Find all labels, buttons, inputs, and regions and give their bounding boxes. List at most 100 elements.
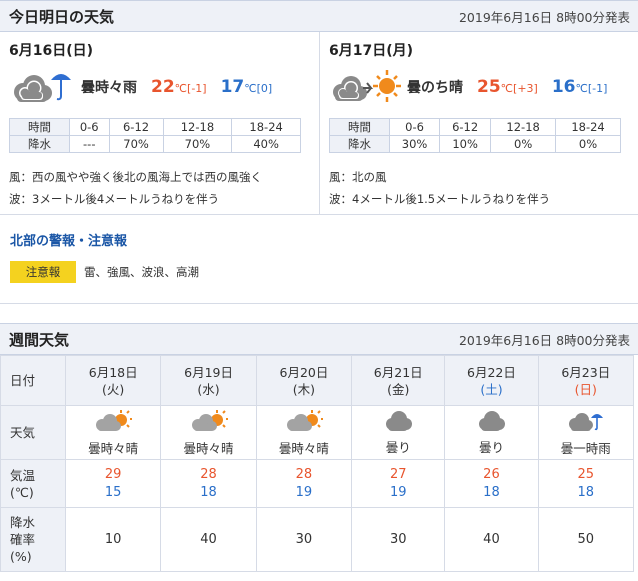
low-temp-diff: ℃[-1] (575, 82, 608, 95)
today-title: 今日明日の天気 (9, 7, 115, 26)
row-label-rain-line: 確率 (10, 532, 36, 547)
weekly-dow: (日) (574, 381, 597, 397)
advisory-text: 雷、強風、波浪、高潮 (84, 265, 199, 279)
high-temp-value: 25 (477, 77, 501, 97)
cloud-icon (352, 410, 444, 435)
weekly-low: 18 (577, 484, 595, 500)
weekly-rain-cell: 10 (64, 507, 162, 572)
cloud-icon (445, 410, 537, 435)
advisory-badge: 注意報 (10, 261, 76, 283)
rain-table: 時間 0-6 6-12 12-18 18-24 降水 --- 70% 70% 4… (9, 118, 301, 153)
rain-header-cell: 時間 (329, 118, 390, 136)
rain-header-row: 時間 0-6 6-12 12-18 18-24 (9, 118, 301, 136)
weekly-rain-cell: 50 (537, 507, 635, 572)
weekly-dow: (水) (197, 381, 220, 397)
day-date: 6月16日(日) (9, 43, 94, 59)
cloud-sun-icon (66, 409, 160, 436)
weekly-weather: 曇時々晴 (183, 440, 234, 456)
today-tomorrow-section: 今日明日の天気 2019年6月16日 8時00分発表 6月16日(日) 曇時々雨… (0, 0, 638, 215)
weekly-table: 日付 6月18日 (火) 6月19日 (水) 6月20日 (木) 6月21日 (金) 6月22日… (0, 355, 635, 572)
weekly-high: 27 (389, 466, 407, 482)
weekly-weather-row: 天気 曇時々晴 曇時々晴 曇時々晴 曇り 曇り 曇一時雨 (0, 405, 635, 460)
weekly-issued: 2019年6月16日 8時00分発表 (458, 332, 630, 348)
warnings-title-link[interactable]: 北部の警報・注意報 (10, 230, 628, 249)
weekly-weather-cell: 曇時々晴 (255, 405, 353, 460)
rain-value-cell: 70% (162, 135, 233, 153)
low-temp-diff: ℃[0] (244, 82, 273, 95)
weekly-high: 28 (200, 466, 217, 482)
day-date: 6月17日(月) (329, 43, 414, 59)
rain-value-cell: 降水 (9, 135, 70, 153)
weekly-dow: (金) (387, 381, 410, 397)
weekly-temp-cell: 29 15 (64, 459, 162, 508)
low-temp: 17℃[0] (221, 77, 273, 97)
rain-value-cell: 30% (388, 135, 441, 153)
row-label-temp-line: 気温 (10, 467, 36, 483)
weekly-high: 29 (104, 466, 122, 482)
weekly-dow: (木) (292, 381, 316, 397)
day-forecast: 曇のち晴 25℃[+3] 16℃[-1] (329, 62, 629, 112)
weekly-temp-cell: 28 18 (160, 459, 257, 508)
weekly-rain-row: 降水 確率 (%) 10 40 30 30 40 50 (0, 507, 635, 572)
low-temp-value: 16 (551, 77, 576, 97)
warnings-section: 北部の警報・注意報 注意報 雷、強風、波浪、高潮 (0, 216, 638, 304)
days-row: 6月16日(日) 曇時々雨 22℃[-1] 17℃[0] 時間 0-6 6-12… (0, 32, 638, 215)
weekly-weather-cell: 曇り (351, 405, 446, 460)
weekly-temp-cell: 25 18 (537, 459, 635, 508)
high-temp-value: 22 (151, 77, 175, 97)
weekly-date: 6月19日 (184, 364, 233, 380)
today-issued: 2019年6月16日 8時00分発表 (458, 9, 630, 25)
rain-header-cell: 6-12 (108, 118, 164, 136)
weekly-date-cell: 6月21日 (金) (351, 355, 446, 406)
weekly-weather-cell: 曇時々晴 (160, 405, 257, 460)
rain-header-cell: 18-24 (555, 118, 621, 136)
weekly-low: 19 (295, 484, 313, 500)
today-header: 今日明日の天気 2019年6月16日 8時00分発表 (0, 0, 638, 32)
wind-text: 風：北の風 (329, 170, 387, 184)
rain-header-cell: 18-24 (231, 118, 301, 136)
weekly-rain-cell: 40 (160, 507, 257, 572)
weekly-high: 26 (483, 466, 500, 482)
row-label-rain-unit: (%) (10, 549, 32, 564)
weekly-date-row: 日付 6月18日 (火) 6月19日 (水) 6月20日 (木) 6月21日 (金) 6月22日… (0, 355, 635, 406)
weekly-weather-cell: 曇時々晴 (64, 405, 162, 460)
weekly-low: 18 (483, 484, 500, 500)
rain-value-cell: 10% (439, 135, 492, 153)
weekly-high: 25 (577, 466, 595, 482)
rain-header-row: 時間 0-6 6-12 12-18 18-24 (329, 118, 621, 136)
day-card-2: 6月17日(月) 曇のち晴 25℃[+3] 16℃[-1] 時間 0-6 6-1… (319, 32, 638, 214)
rain-value-row: 降水 30% 10% 0% 0% (329, 135, 621, 153)
row-label-weather: 天気 (0, 405, 66, 460)
low-temp: 16℃[-1] (552, 77, 608, 97)
weekly-weather: 曇り (478, 439, 504, 455)
cloud-umbrella-icon (539, 409, 633, 436)
weekly-high: 28 (295, 466, 313, 482)
weekly-date: 6月21日 (373, 364, 423, 380)
high-temp-diff: ℃[-1] (174, 82, 207, 95)
weekly-section: 週間天気 2019年6月16日 8時00分発表 日付 6月18日 (火) 6月19日… (0, 323, 638, 572)
rain-value-row: 降水 --- 70% 70% 40% (9, 135, 301, 153)
high-temp: 22℃[-1] (151, 77, 207, 97)
weekly-date: 6月20日 (279, 364, 329, 380)
warnings-row: 注意報 雷、強風、波浪、高潮 (10, 261, 628, 283)
weekly-rain-cell: 40 (444, 507, 539, 572)
weekly-rain-cell: 30 (351, 507, 446, 572)
weekly-dow: (土) (480, 381, 503, 397)
rain-header-cell: 0-6 (69, 118, 110, 136)
rain-value-cell: 70% (108, 135, 164, 153)
weekly-temp-cell: 28 19 (255, 459, 353, 508)
rain-header-cell: 6-12 (439, 118, 492, 136)
cloud-then-sun-icon (329, 66, 401, 109)
rain-header-cell: 12-18 (162, 118, 233, 136)
weekly-rain-cell: 30 (255, 507, 353, 572)
weekly-date-cell: 6月18日 (火) (64, 355, 162, 406)
row-label-temp: 気温 (℃) (0, 459, 66, 508)
weekly-date-cell: 6月22日 (土) (444, 355, 539, 406)
day-info: 風：西の風やや強く後北の風海上では西の風強く 波：3メートル後4メートルうねりを… (9, 166, 310, 210)
weekly-date-cell: 6月20日 (木) (255, 355, 353, 406)
weekly-date: 6月23日 (561, 364, 611, 380)
weekly-weather: 曇一時雨 (560, 440, 611, 456)
weekly-weather-cell: 曇一時雨 (537, 405, 635, 460)
weekly-temp-cell: 26 18 (444, 459, 539, 508)
weekly-temp-row: 気温 (℃) 29 15 28 18 28 19 27 19 26 18 25 18 (0, 459, 635, 508)
